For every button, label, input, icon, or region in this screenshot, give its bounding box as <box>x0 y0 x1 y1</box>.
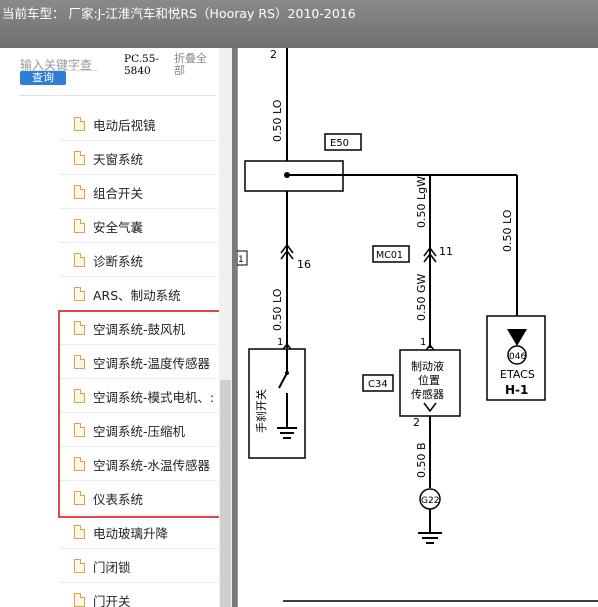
document-icon <box>74 253 85 267</box>
tree-item-combo-switch[interactable]: 组合开关 <box>60 175 220 209</box>
tree-item-label: 门开关 <box>93 594 131 607</box>
document-icon <box>74 219 85 233</box>
connector-mc01: MC01 <box>376 250 403 261</box>
tree-item-label: 电动玻璃升降 <box>93 526 169 541</box>
connector-c34: C34 <box>368 379 388 390</box>
pin-label: 2 <box>270 48 277 61</box>
tree-item-label: 门闭锁 <box>93 560 131 575</box>
document-icon <box>74 185 85 199</box>
highlight-box <box>58 310 221 518</box>
ground-g22: G22 <box>421 496 439 506</box>
pin-label: 1 <box>420 337 426 348</box>
search-button[interactable]: 查询 <box>20 71 66 85</box>
connector-e50: E50 <box>330 138 349 149</box>
tree-item-label: 组合开关 <box>93 186 144 201</box>
tree-item-power-window[interactable]: 电动玻璃升降 <box>60 515 220 549</box>
sidebar: 输入关键字查 查询 PC.55- 5840 折叠全部 电动后视镜 天窗系统 组合… <box>0 48 232 607</box>
sensor-label: 制动液 <box>411 359 444 373</box>
wiring-diagram: 2 0.50 LO E50 0.50 LO 0.50 LgW MC01 11 1… <box>237 48 598 607</box>
sensor-label: 位置 <box>418 373 440 387</box>
tree-item-label: 天窗系统 <box>93 152 144 167</box>
document-icon <box>74 559 85 573</box>
divider <box>20 95 216 96</box>
tree-item-door-switch[interactable]: 门开关 <box>60 583 220 607</box>
wire-label: 0.50 LO <box>271 288 284 331</box>
pin-label: 1 <box>277 337 283 348</box>
wire-label: 0.50 GW <box>415 273 428 321</box>
wire-label: 0.50 B <box>415 442 428 478</box>
collapse-all-link[interactable]: 折叠全部 <box>174 53 214 77</box>
sidebar-scrollbar-thumb[interactable] <box>220 380 231 607</box>
tree-item-label: 诊断系统 <box>93 254 144 269</box>
tree-item-label: 安全气囊 <box>93 220 144 235</box>
pin-label: 11 <box>439 245 453 258</box>
tree-item-brake[interactable]: ARS、制动系统 <box>60 277 220 311</box>
model-code: PC.55- 5840 <box>124 53 159 77</box>
tree-item-mirror[interactable]: 电动后视镜 <box>60 107 220 141</box>
wire-label: 0.50 LgW <box>415 176 428 228</box>
tree-item-label: ARS、制动系统 <box>93 288 181 303</box>
pin-label: 2 <box>413 416 420 429</box>
tree-item-door-lock[interactable]: 门闭锁 <box>60 549 220 583</box>
search-input[interactable]: 输入关键字查 <box>20 56 98 71</box>
wire-label: 0.50 LO <box>501 209 514 252</box>
wiring-diagram-svg: 2 0.50 LO E50 0.50 LO 0.50 LgW MC01 11 1… <box>237 48 598 607</box>
title-bar: 当前车型： 厂家:J-江淮汽车和悦RS（Hooray RS）2010-2016 <box>0 0 598 48</box>
document-icon <box>74 593 85 607</box>
handbrake-switch-label: 手刹开关 <box>254 389 268 433</box>
sensor-label: 传感器 <box>411 388 444 401</box>
pin-046: 046 <box>509 352 526 362</box>
wire-label: 0.50 LO <box>271 99 284 142</box>
document-icon <box>74 151 85 165</box>
tree-item-sunroof[interactable]: 天窗系统 <box>60 141 220 175</box>
document-icon <box>74 117 85 131</box>
pin-label: 16 <box>297 258 311 271</box>
document-icon <box>74 287 85 301</box>
tree-item-airbag[interactable]: 安全气囊 <box>60 209 220 243</box>
etacs-label: ETACS <box>500 368 535 381</box>
tree-item-label: 电动后视镜 <box>93 118 156 133</box>
tree-item-diagnostic[interactable]: 诊断系统 <box>60 243 220 277</box>
document-icon <box>74 525 85 539</box>
vehicle-title: 当前车型： 厂家:J-江淮汽车和悦RS（Hooray RS）2010-2016 <box>2 6 356 21</box>
etacs-h1-label: H-1 <box>505 383 528 397</box>
connector-left: 1 <box>238 255 244 265</box>
